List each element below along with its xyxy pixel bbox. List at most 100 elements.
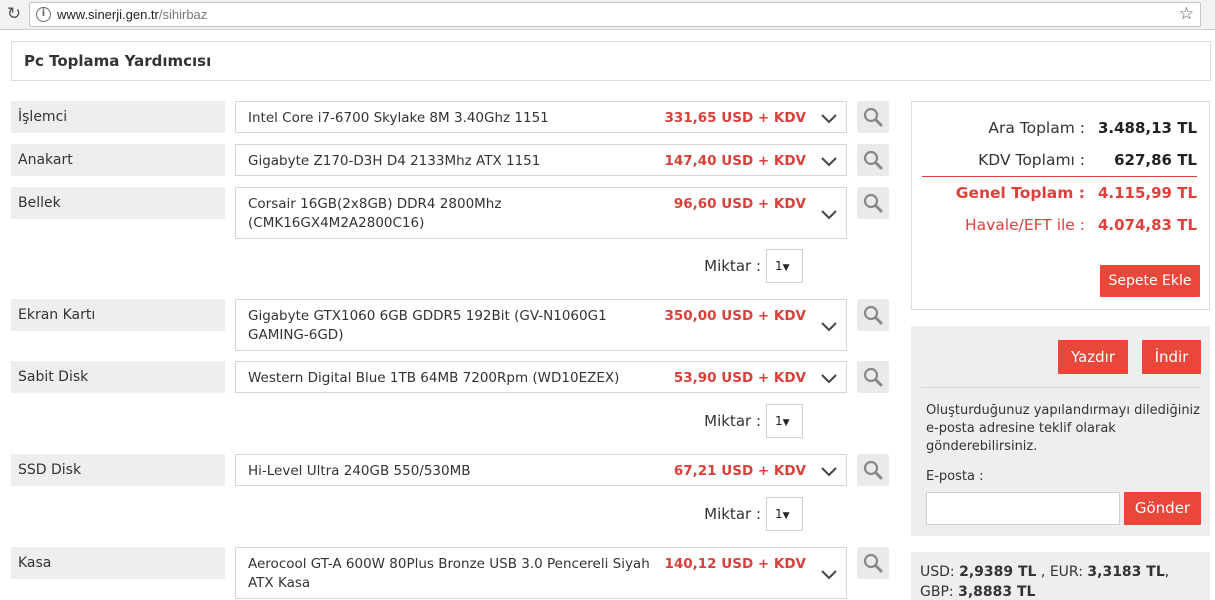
email-label: E-posta : [926,469,984,484]
quantity-label: Miktar : [704,412,761,430]
url-text[interactable]: www.sinerji.gen.tr/sihirbaz [57,6,207,24]
component-select-ssd-disk[interactable]: Hi-Level Ultra 240GB 550/530MB 67,21 USD… [235,454,847,486]
actions-panel: Yazdır İndir Oluşturduğunuz yapılandırma… [911,326,1210,536]
component-select-kasa[interactable]: Aerocool GT-A 600W 80Plus Bronze USB 3.0… [235,547,847,599]
chevron-down-icon [821,570,837,580]
quantity-label: Miktar : [704,505,761,523]
price-summary: Ara Toplam : 3.488,13 TL KDV Toplamı : 6… [911,101,1210,310]
page-title: Pc Toplama Yardımcısı [24,52,212,70]
search-button[interactable] [857,101,889,133]
caret-down-icon: ▼ [782,418,790,428]
usd-label: USD: [920,564,955,580]
subtotal-label: Ara Toplam : [988,119,1085,137]
quantity-ssd-disk: Miktar : 1▼ [503,497,803,531]
address-bar[interactable]: i www.sinerji.gen.tr/sihirbaz ☆ [29,2,1201,27]
quantity-select[interactable]: 1▼ [766,404,803,438]
info-icon[interactable]: i [36,7,51,22]
download-button[interactable]: İndir [1142,340,1201,374]
component-price: 350,00 USD + KDV [664,308,806,324]
grand-total-row: Genel Toplam : 4.115,99 TL [922,180,1197,208]
component-row-kasa: Kasa Aerocool GT-A 600W 80Plus Bronze US… [11,547,891,599]
component-select-ekran-karti[interactable]: Gigabyte GTX1060 6GB GDDR5 192Bit (GV-N1… [235,299,847,351]
chevron-down-icon [821,467,837,477]
print-button[interactable]: Yazdır [1058,340,1128,374]
add-to-cart-button[interactable]: Sepete Ekle [1100,265,1200,297]
transfer-total-label: Havale/EFT ile : [964,216,1085,234]
email-description: Oluşturduğunuz yapılandırmayı dilediğini… [926,403,1200,454]
vat-label: KDV Toplamı : [978,151,1085,169]
component-label: Sabit Disk [11,361,225,393]
search-icon [863,193,883,213]
caret-down-icon: ▼ [782,511,790,521]
quantity-bellek: Miktar : 1▼ [503,249,803,283]
component-label: SSD Disk [11,454,225,486]
component-price: 147,40 USD + KDV [664,153,806,169]
bookmark-star-icon[interactable]: ☆ [1179,4,1194,24]
grand-total-label: Genel Toplam : [955,184,1085,202]
component-price: 331,65 USD + KDV [664,110,806,126]
transfer-total-row: Havale/EFT ile : 4.074,83 TL [922,212,1197,240]
component-row-ekran-karti: Ekran Kartı Gigabyte GTX1060 6GB GDDR5 1… [11,299,891,351]
search-button[interactable] [857,454,889,486]
search-icon [863,107,883,127]
component-row-islemci: İşlemci Intel Core i7-6700 Skylake 8M 3.… [11,101,891,133]
component-name: Intel Core i7-6700 Skylake 8M 3.40Ghz 11… [248,110,549,126]
search-button[interactable] [857,299,889,331]
search-button[interactable] [857,144,889,176]
chevron-down-icon [821,157,837,167]
chevron-down-icon [821,114,837,124]
chevron-down-icon [821,374,837,384]
component-name: Corsair 16GB(2x8GB) DDR4 2800Mhz (CMK16G… [248,196,502,231]
component-row-anakart: Anakart Gigabyte Z170-D3H D4 2133Mhz ATX… [11,144,891,176]
send-button[interactable]: Gönder [1124,492,1201,525]
subtotal-value: 3.488,13 TL [1097,119,1197,137]
eur-label: EUR: [1049,564,1083,580]
component-row-bellek: Bellek Corsair 16GB(2x8GB) DDR4 2800Mhz … [11,187,891,239]
component-select-anakart[interactable]: Gigabyte Z170-D3H D4 2133Mhz ATX 1151 14… [235,144,847,176]
quantity-value: 1 [775,507,783,521]
component-price: 53,90 USD + KDV [673,370,806,386]
component-price: 96,60 USD + KDV [673,196,806,212]
component-price: 67,21 USD + KDV [673,463,806,479]
vat-row: KDV Toplamı : 627,86 TL [922,147,1197,175]
search-icon [863,367,883,387]
quantity-select[interactable]: 1▼ [766,497,803,531]
search-icon [863,305,883,325]
search-icon [863,150,883,170]
component-name: Hi-Level Ultra 240GB 550/530MB [248,463,471,479]
transfer-total-value: 4.074,83 TL [1097,216,1197,234]
url-path: /sihirbaz [158,7,208,22]
page-title-box: Pc Toplama Yardımcısı [11,41,1211,81]
search-button[interactable] [857,361,889,393]
component-select-sabit-disk[interactable]: Western Digital Blue 1TB 64MB 7200Rpm (W… [235,361,847,393]
caret-down-icon: ▼ [782,263,790,273]
component-label: Kasa [11,547,225,579]
panel-divider [921,387,1200,388]
search-button[interactable] [857,187,889,219]
summary-divider [922,176,1197,177]
gbp-value: 3,8883 TL [958,584,1036,600]
quantity-value: 1 [775,414,783,428]
search-button[interactable] [857,547,889,579]
usd-value: 2,9389 TL [959,564,1037,580]
grand-total-value: 4.115,99 TL [1097,184,1197,202]
component-select-bellek[interactable]: Corsair 16GB(2x8GB) DDR4 2800Mhz (CMK16G… [235,187,847,239]
component-name: Gigabyte Z170-D3H D4 2133Mhz ATX 1151 [248,153,541,169]
component-row-sabit-disk: Sabit Disk Western Digital Blue 1TB 64MB… [11,361,891,393]
gbp-label: GBP: [920,584,954,600]
component-select-islemci[interactable]: Intel Core i7-6700 Skylake 8M 3.40Ghz 11… [235,101,847,133]
quantity-sabit-disk: Miktar : 1▼ [503,404,803,438]
chevron-down-icon [821,322,837,332]
email-input[interactable] [926,492,1120,525]
component-name: Gigabyte GTX1060 6GB GDDR5 192Bit (GV-N1… [248,308,607,343]
search-icon [863,553,883,573]
vat-value: 627,86 TL [1114,151,1197,169]
reload-icon[interactable]: ↻ [4,4,24,24]
quantity-select[interactable]: 1▼ [766,249,803,283]
quantity-value: 1 [775,259,783,273]
exchange-rates: USD: 2,9389 TL , EUR: 3,3183 TL, GBP: 3,… [911,552,1210,600]
component-name: Western Digital Blue 1TB 64MB 7200Rpm (W… [248,370,620,386]
eur-value: 3,3183 TL [1087,564,1165,580]
component-row-ssd-disk: SSD Disk Hi-Level Ultra 240GB 550/530MB … [11,454,891,486]
component-label: Anakart [11,144,225,176]
